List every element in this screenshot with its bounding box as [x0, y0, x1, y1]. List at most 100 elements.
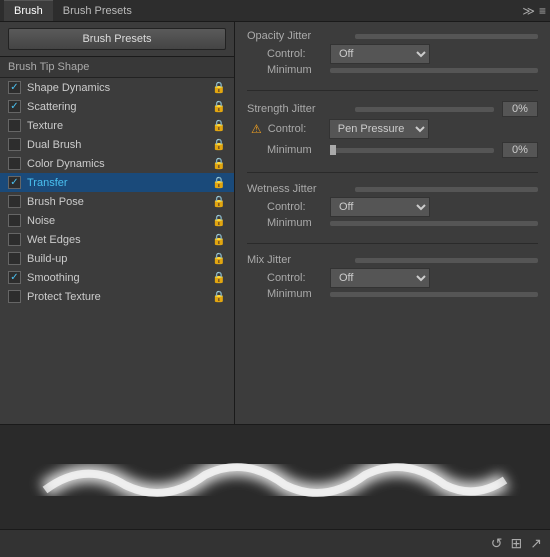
mix-jitter-section: Mix Jitter Control: Off Pen Pressure Min… [247, 254, 538, 300]
wetness-jitter-label: Wetness Jitter [247, 183, 347, 195]
strength-jitter-row: Strength Jitter 0% [247, 101, 538, 117]
strength-control-label: Control: [268, 123, 323, 135]
brush-item-label-shape-dynamics: Shape Dynamics [27, 82, 110, 94]
bottom-toolbar: ↺ ⊞ ↗ [0, 529, 550, 557]
grid-icon[interactable]: ⊞ [511, 535, 523, 552]
checkbox-brush-pose[interactable] [8, 195, 21, 208]
opacity-control-row: Control: Off Pen Pressure Pen Tilt [247, 44, 538, 64]
divider1 [247, 90, 538, 91]
checkbox-transfer[interactable]: ✓ [8, 176, 21, 189]
menu-icon[interactable]: ≡ [539, 4, 546, 18]
wetness-minimum-bar[interactable] [330, 221, 538, 226]
brush-item-shape-dynamics[interactable]: ✓ Shape Dynamics 🔒 [0, 78, 234, 97]
warning-triangle-icon: ⚠ [251, 122, 262, 136]
opacity-jitter-bar[interactable] [355, 34, 538, 39]
forward-icon[interactable]: ≫ [522, 4, 535, 18]
checkbox-smoothing[interactable]: ✓ [8, 271, 21, 284]
opacity-jitter-section: Opacity Jitter Control: Off Pen Pressure… [247, 30, 538, 76]
lock-icon-noise: 🔒 [212, 214, 226, 227]
checkbox-shape-dynamics[interactable]: ✓ [8, 81, 21, 94]
lock-icon-color-dynamics: 🔒 [212, 157, 226, 170]
mix-minimum-row: Minimum [247, 288, 538, 300]
lock-icon-buildup: 🔒 [212, 252, 226, 265]
mix-control-label: Control: [267, 272, 322, 284]
wetness-control-label: Control: [267, 201, 322, 213]
brush-item-label-smoothing: Smoothing [27, 272, 80, 284]
content-area: Brush Presets Brush Tip Shape ✓ Shape Dy… [0, 22, 550, 424]
brush-item-label-buildup: Build-up [27, 253, 67, 265]
lock-icon-transfer: 🔒 [212, 176, 226, 189]
mix-minimum-bar[interactable] [330, 292, 538, 297]
divider3 [247, 243, 538, 244]
right-panel: Opacity Jitter Control: Off Pen Pressure… [235, 22, 550, 424]
brush-list: ✓ Shape Dynamics 🔒 ✓ Scattering 🔒 Textur… [0, 78, 234, 424]
strength-minimum-label: Minimum [267, 144, 322, 156]
strength-jitter-bar[interactable] [355, 107, 494, 112]
checkbox-texture[interactable] [8, 119, 21, 132]
brush-item-brush-pose[interactable]: Brush Pose 🔒 [0, 192, 234, 211]
wetness-jitter-section: Wetness Jitter Control: Off Pen Pressure… [247, 183, 538, 229]
brush-item-label-dual-brush: Dual Brush [27, 139, 81, 151]
brush-item-wet-edges[interactable]: Wet Edges 🔒 [0, 230, 234, 249]
brush-item-protect-texture[interactable]: Protect Texture 🔒 [0, 287, 234, 306]
checkbox-wet-edges[interactable] [8, 233, 21, 246]
opacity-minimum-bar[interactable] [330, 68, 538, 73]
opacity-jitter-label: Opacity Jitter [247, 30, 347, 42]
wetness-jitter-bar[interactable] [355, 187, 538, 192]
tab-icons: ≫ ≡ [522, 4, 546, 18]
checkbox-protect-texture[interactable] [8, 290, 21, 303]
brush-item-texture[interactable]: Texture 🔒 [0, 116, 234, 135]
brush-preview-area [0, 424, 550, 529]
checkbox-scattering[interactable]: ✓ [8, 100, 21, 113]
brush-item-transfer[interactable]: ✓ Transfer 🔒 [0, 173, 234, 192]
lock-icon-wet-edges: 🔒 [212, 233, 226, 246]
brush-item-label-wet-edges: Wet Edges [27, 234, 81, 246]
tab-brush-presets[interactable]: Brush Presets [53, 0, 142, 21]
brush-item-buildup[interactable]: Build-up 🔒 [0, 249, 234, 268]
strength-minimum-bar[interactable] [330, 148, 494, 153]
tab-bar: Brush Brush Presets ≫ ≡ [0, 0, 550, 22]
strength-minimum-value: 0% [502, 142, 538, 158]
brush-item-noise[interactable]: Noise 🔒 [0, 211, 234, 230]
wetness-control-select[interactable]: Off Pen Pressure [330, 197, 430, 217]
brush-item-scattering[interactable]: ✓ Scattering 🔒 [0, 97, 234, 116]
mix-minimum-label: Minimum [267, 288, 322, 300]
checkbox-noise[interactable] [8, 214, 21, 227]
left-panel: Brush Presets Brush Tip Shape ✓ Shape Dy… [0, 22, 235, 424]
lock-icon-brush-pose: 🔒 [212, 195, 226, 208]
brush-item-label-transfer: Transfer [27, 177, 68, 189]
lock-icon-protect-texture: 🔒 [212, 290, 226, 303]
tab-brush[interactable]: Brush [4, 0, 53, 21]
strength-jitter-label: Strength Jitter [247, 103, 347, 115]
brush-item-label-brush-pose: Brush Pose [27, 196, 84, 208]
wetness-minimum-label: Minimum [267, 217, 322, 229]
opacity-minimum-row: Minimum [247, 64, 538, 76]
brush-item-label-scattering: Scattering [27, 101, 77, 113]
brush-item-dual-brush[interactable]: Dual Brush 🔒 [0, 135, 234, 154]
brush-item-smoothing[interactable]: ✓ Smoothing 🔒 [0, 268, 234, 287]
brush-item-color-dynamics[interactable]: Color Dynamics 🔒 [0, 154, 234, 173]
brush-item-label-noise: Noise [27, 215, 55, 227]
lock-icon-smoothing: 🔒 [212, 271, 226, 284]
rotate-icon[interactable]: ↺ [491, 535, 503, 552]
brush-presets-btn-container: Brush Presets [0, 22, 234, 57]
opacity-control-select[interactable]: Off Pen Pressure Pen Tilt [330, 44, 430, 64]
brush-item-label-color-dynamics: Color Dynamics [27, 158, 105, 170]
opacity-minimum-label: Minimum [267, 64, 322, 76]
arrow-icon[interactable]: ↗ [530, 535, 542, 552]
brush-tip-shape-label: Brush Tip Shape [0, 57, 234, 78]
strength-control-select[interactable]: Pen Pressure Off Pen Tilt [329, 119, 429, 139]
brush-item-label-texture: Texture [27, 120, 63, 132]
brush-item-label-protect-texture: Protect Texture [27, 291, 101, 303]
mix-control-select[interactable]: Off Pen Pressure [330, 268, 430, 288]
checkbox-buildup[interactable] [8, 252, 21, 265]
strength-minimum-row: Minimum 0% [247, 142, 538, 158]
checkbox-dual-brush[interactable] [8, 138, 21, 151]
checkbox-color-dynamics[interactable] [8, 157, 21, 170]
lock-icon-scattering: 🔒 [212, 100, 226, 113]
brush-presets-button[interactable]: Brush Presets [8, 28, 226, 50]
mix-jitter-bar[interactable] [355, 258, 538, 263]
lock-icon-shape-dynamics: 🔒 [212, 81, 226, 94]
divider2 [247, 172, 538, 173]
opacity-control-label: Control: [267, 48, 322, 60]
